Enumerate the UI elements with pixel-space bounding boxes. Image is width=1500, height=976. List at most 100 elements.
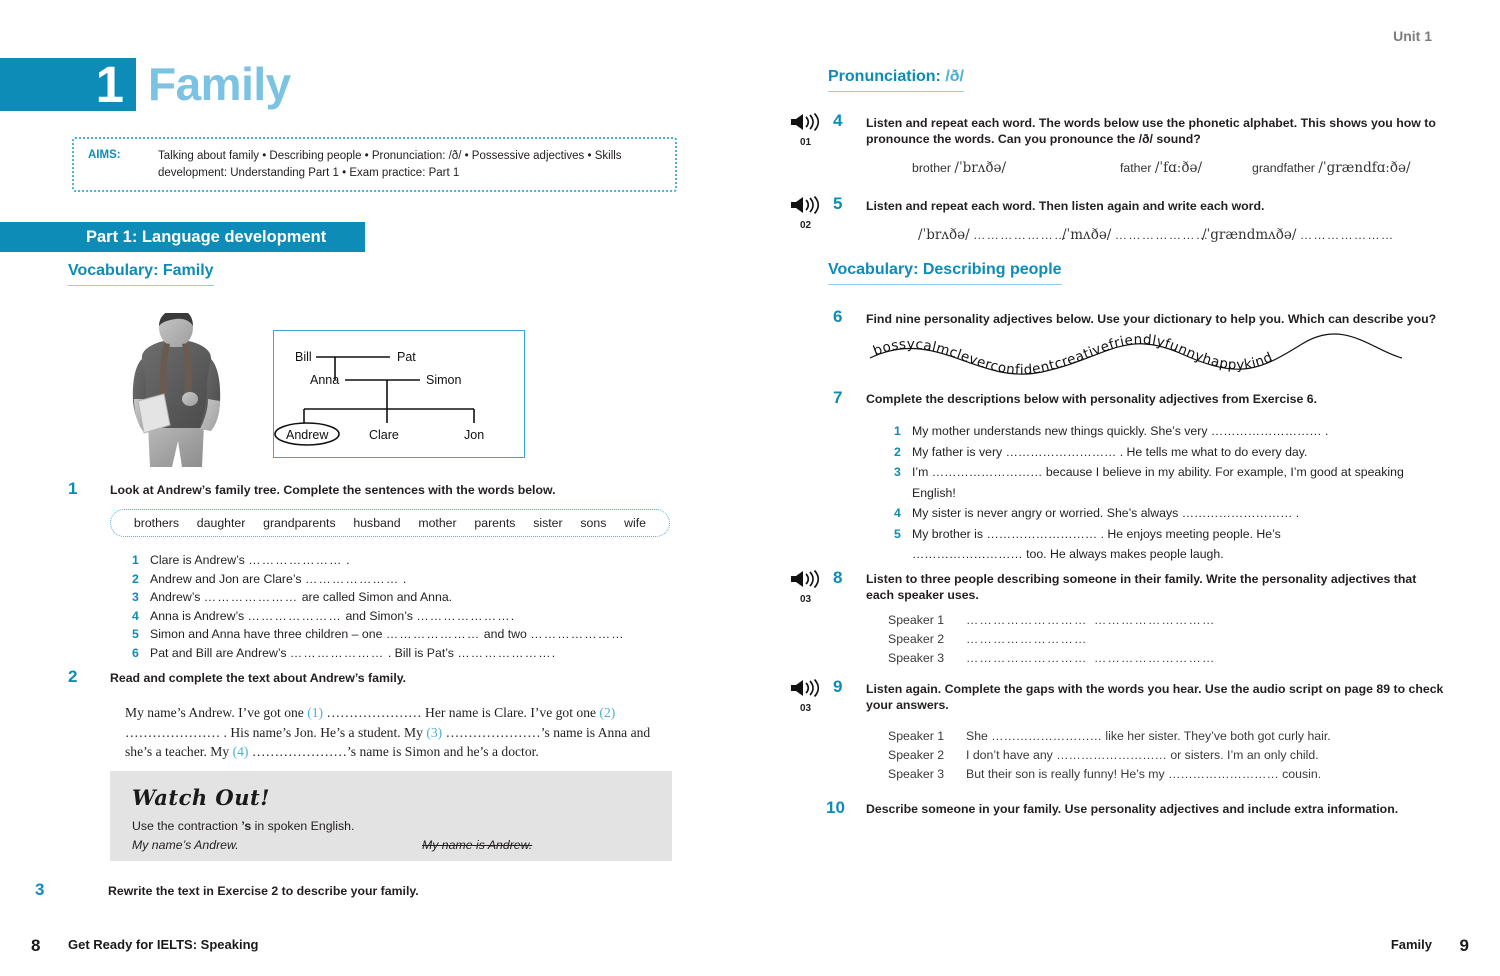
audio-track-5[interactable]: 02 bbox=[790, 195, 834, 231]
item-text[interactable]: My father is very ……………………… . He tells m… bbox=[912, 445, 1307, 459]
item-blank[interactable]: ………………… bbox=[416, 609, 510, 623]
write-blank[interactable]: ………………… bbox=[1300, 228, 1394, 242]
speaker-icon bbox=[790, 569, 834, 593]
exercise-6-number: 6 bbox=[833, 307, 843, 326]
item-number: 4 bbox=[894, 506, 901, 520]
right-page: Unit 1 Pronunciation: /ð/ 01 4 Listen an… bbox=[750, 0, 1500, 976]
write-blank[interactable]: ………………… bbox=[973, 228, 1067, 242]
aims-box: AIMS: Talking about family • Describing … bbox=[72, 137, 677, 192]
item-blank[interactable]: ………………… bbox=[457, 646, 551, 660]
speaker-icon bbox=[790, 112, 834, 136]
track-number: 01 bbox=[799, 137, 812, 148]
gap-sentence[interactable]: She ……………………… like her sister. They’ve b… bbox=[966, 729, 1331, 743]
wave-text: bossycalmcleverconfidentcreativefriendly… bbox=[871, 332, 1275, 379]
exercise-4-words: grandfather /ˈgrændfɑːðə/ bbox=[1252, 160, 1411, 176]
wavy-word-puzzle: bossycalmcleverconfidentcreativefriendly… bbox=[862, 332, 1422, 384]
list-item: 4 My sister is never angry or worried. Sh… bbox=[894, 503, 1454, 524]
tree-node-clare: Clare bbox=[369, 428, 399, 442]
answer-blank[interactable]: ……………………… bbox=[966, 649, 1094, 668]
passage-part: …………………’s name is Simon and he’s a docto… bbox=[248, 744, 539, 759]
exercise-9-answer-table: Speaker 1 She ……………………… like her sister. … bbox=[888, 727, 1331, 784]
table-row: Speaker 2 I don’t have any ……………………… or s… bbox=[888, 746, 1331, 765]
item-blank[interactable]: ………………… bbox=[204, 590, 298, 604]
item-text-mid: . bbox=[402, 571, 407, 586]
aims-text: Talking about family • Describing people… bbox=[158, 150, 622, 179]
write-blank[interactable]: ………………… bbox=[1115, 228, 1209, 242]
item-blank[interactable]: ………………… bbox=[305, 572, 399, 586]
list-item: 2 Andrew and Jon are Clare’s ………………… . bbox=[132, 570, 625, 589]
exercise-7-instruction: Complete the descriptions below with per… bbox=[866, 392, 1318, 406]
word-bank-item: brothers bbox=[133, 516, 180, 530]
item-text-mid: . bbox=[346, 553, 350, 567]
audio-track-9[interactable]: 03 bbox=[790, 678, 834, 714]
item-text[interactable]: I’m ……………………… because I believe in my ab… bbox=[912, 462, 1437, 503]
item-text[interactable]: My brother is ……………………… . He enjoys meet… bbox=[912, 524, 1367, 565]
audio-track-8[interactable]: 03 bbox=[790, 569, 834, 605]
tree-node-andrew: Andrew bbox=[286, 428, 329, 442]
phonetic-transcription: /ˈfɑːðə/ bbox=[1154, 160, 1202, 176]
gap-sentence[interactable]: I don’t have any ……………………… or sisters. I… bbox=[966, 748, 1319, 762]
section-heading-label: Pronunciation: bbox=[828, 68, 946, 85]
list-item: 3 I’m ……………………… because I believe in my a… bbox=[894, 462, 1454, 503]
exercise-6-instruction: Find nine personality adjectives below. … bbox=[866, 312, 1437, 326]
table-row: Speaker 3 But their son is really funny! … bbox=[888, 765, 1331, 784]
answer-blank[interactable]: ……………………… bbox=[1094, 649, 1215, 668]
passage-part: My name’s Andrew. I’ve got one bbox=[125, 705, 308, 720]
item-number: 4 bbox=[132, 608, 139, 623]
exercise-9-instruction: Listen again. Complete the gaps with the… bbox=[866, 682, 1444, 712]
item-blank[interactable]: ………………… bbox=[290, 646, 384, 660]
word-bank: brothers daughter grandparents husband m… bbox=[110, 509, 670, 537]
item-number: 3 bbox=[132, 590, 139, 605]
passage-part: ………………… Her name is Clare. I’ve got one bbox=[323, 705, 600, 720]
answer-blank[interactable]: ……………………… bbox=[1094, 611, 1215, 630]
tree-node-bill: Bill bbox=[295, 350, 312, 364]
list-item: 3 Andrew’s ………………… are called Simon and A… bbox=[132, 588, 625, 607]
word-label: brother bbox=[912, 161, 951, 175]
footer-unit-name: Family bbox=[1390, 937, 1432, 952]
exercise-2-number: 2 bbox=[68, 667, 78, 686]
track-number: 02 bbox=[799, 220, 812, 231]
item-number: 1 bbox=[894, 424, 901, 438]
item-text-before: Pat and Bill are Andrew’s bbox=[150, 645, 287, 660]
item-text-before: Andrew’s bbox=[150, 590, 201, 605]
audio-track-4[interactable]: 01 bbox=[790, 112, 834, 148]
table-row: Speaker 3 ……………………………………………… bbox=[888, 649, 1215, 668]
table-row: Speaker 2 ……………………… bbox=[888, 630, 1215, 649]
phonetic-transcription: /ˈmʌðə/ bbox=[1062, 227, 1112, 243]
item-blank[interactable]: ………………… bbox=[530, 627, 624, 641]
item-text[interactable]: My mother understands new things quickly… bbox=[912, 424, 1328, 438]
student-photo bbox=[112, 309, 240, 467]
item-text[interactable]: My sister is never angry or worried. She… bbox=[912, 506, 1299, 520]
speaker-label: Speaker 3 bbox=[888, 767, 945, 781]
list-item: 1 Clare is Andrew’s ………………… . bbox=[132, 551, 625, 570]
phonetic-transcription: /ˈbrʌðə/ bbox=[954, 160, 1007, 176]
exercise-2-passage: My name’s Andrew. I’ve got one (1) ……………… bbox=[125, 703, 670, 762]
word-bank-item: parents bbox=[474, 516, 516, 530]
item-text-mid: and two bbox=[483, 627, 527, 642]
phonetic-transcription: /ˈbrʌðə/ bbox=[918, 227, 970, 243]
item-blank[interactable]: ………………… bbox=[248, 553, 342, 567]
item-blank[interactable]: ………………… bbox=[248, 609, 342, 623]
correct-example: My name’s Andrew. bbox=[132, 838, 239, 852]
gap-marker: (3) bbox=[426, 724, 443, 740]
exercise-5-instruction: Listen and repeat each word. Then listen… bbox=[866, 199, 1265, 213]
watch-out-title: Watch Out! bbox=[132, 785, 270, 810]
watch-out-examples: My name’s Andrew. My name is Andrew. bbox=[132, 838, 650, 852]
answer-blank[interactable]: ……………………… bbox=[966, 630, 1094, 649]
list-item: 2 My father is very ……………………… . He tells … bbox=[894, 442, 1454, 463]
watch-out-box: Watch Out! Use the contraction ’s in spo… bbox=[110, 771, 672, 861]
tree-node-jon: Jon bbox=[464, 428, 484, 442]
item-text-mid: and Simon’s bbox=[345, 608, 413, 623]
gap-sentence[interactable]: But their son is really funny! He’s my …… bbox=[966, 767, 1321, 781]
exercise-8-instruction: Listen to three people describing someon… bbox=[866, 572, 1417, 602]
aims-label: AIMS: bbox=[88, 149, 121, 161]
exercise-5-item: /ˈmʌðə/ ………………… bbox=[1062, 227, 1209, 243]
item-blank[interactable]: ………………… bbox=[386, 627, 480, 641]
list-item: 5 Simon and Anna have three children – on… bbox=[132, 625, 625, 644]
list-item: 4 Anna is Andrew’s ………………… and Simon’s ……… bbox=[132, 607, 625, 626]
item-text-before: Simon and Anna have three children – one bbox=[150, 627, 383, 642]
list-item: 5 My brother is ……………………… . He enjoys mee… bbox=[894, 524, 1454, 565]
section-heading-label: Vocabulary: Family bbox=[68, 262, 214, 279]
answer-blank[interactable]: ……………………… bbox=[966, 611, 1094, 630]
exercise-1-items: 1 Clare is Andrew’s ………………… . 2 Andrew and… bbox=[132, 551, 625, 663]
